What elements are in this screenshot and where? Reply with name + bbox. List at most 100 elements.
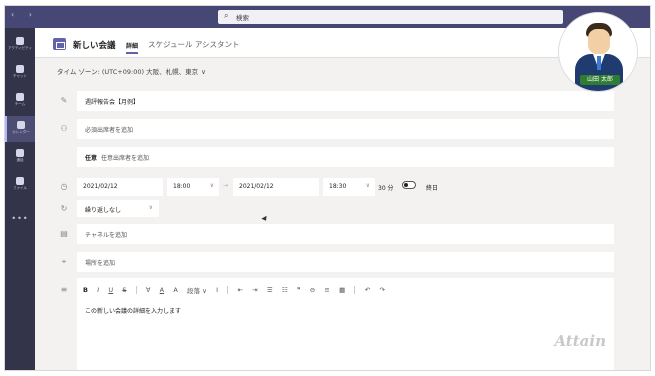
avatar-name-badge: 山田 太郎 [580, 75, 620, 85]
rail-label: アクティビティ [8, 46, 32, 50]
toggle-knob [404, 183, 408, 187]
start-date: 2021/02/12 [83, 183, 118, 190]
location-placeholder: 場所を追加 [85, 260, 116, 267]
channel-icon: ▤ [60, 229, 68, 238]
end-time-select[interactable]: 18:30 ∨ [323, 178, 375, 196]
clock-icon: ◷ [60, 182, 68, 191]
channel-placeholder: チャネルを追加 [85, 232, 127, 239]
calendar-icon [53, 38, 66, 50]
location-pin-icon: ⌖ [61, 257, 67, 266]
chevron-down-icon: ∨ [201, 68, 206, 76]
rail-item-calendar[interactable]: カレンダー [5, 116, 35, 142]
rail-item-teams[interactable]: チーム [5, 88, 35, 114]
start-time: 18:00 [173, 183, 191, 190]
required-attendees-placeholder: 必須出席者を追加 [85, 127, 134, 134]
title-field[interactable]: 週評報告会【月例】 [77, 91, 614, 111]
rail-label: チーム [14, 102, 26, 106]
optional-attendees-placeholder: 任意出席者を追加 [101, 155, 150, 162]
meeting-details-editor[interactable]: B I U S ∀ A A 段落 ∨ I ⇤ ⇥ ☰ ☷ ❞ ⊖ ≡ ▦ ↶ ↷… [77, 278, 614, 370]
chevron-down-icon: ∨ [148, 204, 153, 211]
channel-field[interactable]: チャネルを追加 [77, 224, 614, 244]
redo-button[interactable]: ↷ [379, 286, 384, 294]
required-attendees-field[interactable]: 必須出席者を追加 [77, 119, 614, 139]
nav-arrows[interactable]: ‹ › [11, 10, 38, 19]
chevron-down-icon: ∨ [365, 182, 370, 189]
avatar-tie [597, 56, 601, 70]
teams-icon [16, 93, 24, 101]
indent-button[interactable]: ⇥ [252, 286, 257, 294]
avatar-face [588, 29, 610, 54]
add-person-icon: ⚇ [60, 124, 68, 133]
highlight-button[interactable]: ∀ [146, 286, 150, 294]
timezone-label: タイム ゾーン: (UTC+09:00) 大阪、札幌、東京 [57, 68, 199, 76]
rail-item-files[interactable]: ファイル [5, 172, 35, 198]
all-day-toggle[interactable] [402, 181, 416, 189]
end-time: 18:30 [329, 183, 347, 190]
optional-attendees-field[interactable]: 任意 任意出席者を追加 [77, 147, 614, 167]
rail-label: チャット [13, 74, 27, 78]
bullet-list-button[interactable]: ☰ [267, 286, 273, 294]
paragraph-select[interactable]: 段落 ∨ [187, 285, 207, 295]
mouse-cursor-icon [261, 215, 269, 223]
tab-details[interactable]: 詳細 [126, 41, 139, 54]
repeat-select[interactable]: 繰り返しなし ∨ [77, 200, 159, 217]
outdent-button[interactable]: ⇤ [237, 286, 242, 294]
italic-button[interactable]: I [97, 286, 99, 294]
search-icon: ⌕ [224, 11, 229, 20]
title-value: 週評報告会【月例】 [85, 99, 140, 106]
file-icon [16, 177, 24, 185]
calendar-icon [17, 121, 25, 129]
repeat-value: 繰り返しなし [85, 207, 122, 214]
divider [354, 286, 356, 294]
undo-button[interactable]: ↶ [365, 286, 370, 294]
optional-label: 任意 [85, 155, 98, 162]
rail-label: カレンダー [12, 130, 30, 134]
tab-scheduling-assistant[interactable]: スケジュール アシスタント [148, 39, 240, 50]
start-time-select[interactable]: 18:00 ∨ [167, 178, 219, 196]
start-date-picker[interactable]: 2021/02/12 [77, 178, 163, 196]
end-date-picker[interactable]: 2021/02/12 [233, 178, 319, 196]
link-button[interactable]: ⊖ [310, 286, 315, 294]
search-input[interactable]: ⌕ 検索 [218, 10, 563, 24]
numbered-list-button[interactable]: ☷ [282, 286, 288, 294]
page-title: 新しい会議 [73, 41, 116, 51]
watermark-logo: Attain [554, 332, 606, 350]
duration: 30 分 [378, 185, 394, 192]
description-icon: ≡ [60, 285, 68, 294]
strikethrough-button[interactable]: S [122, 286, 126, 294]
phone-icon [16, 149, 24, 157]
more-apps-button[interactable]: ••• [5, 214, 35, 223]
rail-label: 通話 [16, 158, 24, 162]
title-bar: ‹ › ⌕ 検索 [5, 6, 650, 28]
end-date: 2021/02/12 [239, 183, 274, 190]
presenter-avatar: 山田 太郎 [558, 12, 638, 92]
align-button[interactable]: ≡ [324, 286, 329, 294]
clear-format-button[interactable]: I [216, 286, 218, 294]
rail-label: ファイル [13, 186, 27, 190]
rail-item-chat[interactable]: チャット [5, 60, 35, 86]
underline-button[interactable]: U [108, 286, 113, 294]
bold-button[interactable]: B [83, 286, 88, 294]
format-toolbar: B I U S ∀ A A 段落 ∨ I ⇤ ⇥ ☰ ☷ ❞ ⊖ ≡ ▦ ↶ ↷ [83, 285, 392, 297]
table-button[interactable]: ▦ [339, 286, 345, 294]
chat-icon [16, 65, 24, 73]
meeting-form: 新しい会議 詳細 スケジュール アシスタント タイム ゾーン: (UTC+09:… [35, 28, 650, 370]
pencil-icon: ✎ [60, 96, 68, 105]
repeat-icon: ↻ [60, 204, 68, 213]
all-day-label: 終日 [426, 185, 439, 192]
details-placeholder: この新しい会議の詳細を入力します [85, 308, 182, 315]
rail-item-calls[interactable]: 通話 [5, 144, 35, 170]
app-window: ‹ › ⌕ 検索 アクティビティ チャット チーム カレンダー 通話 ファイル … [4, 5, 651, 371]
timezone-selector[interactable]: タイム ゾーン: (UTC+09:00) 大阪、札幌、東京 ∨ [57, 66, 206, 76]
font-color-button[interactable]: A [160, 286, 164, 294]
font-size-button[interactable]: A [173, 286, 177, 294]
location-field[interactable]: 場所を追加 [77, 252, 614, 272]
left-rail: アクティビティ チャット チーム カレンダー 通話 ファイル ••• [5, 28, 35, 370]
divider [135, 286, 137, 294]
bell-icon [16, 37, 24, 45]
quote-button[interactable]: ❞ [297, 286, 301, 294]
search-placeholder: 検索 [236, 14, 249, 22]
arrow-right-icon: → [223, 182, 229, 189]
chevron-down-icon: ∨ [209, 182, 214, 189]
rail-item-activity[interactable]: アクティビティ [5, 32, 35, 58]
